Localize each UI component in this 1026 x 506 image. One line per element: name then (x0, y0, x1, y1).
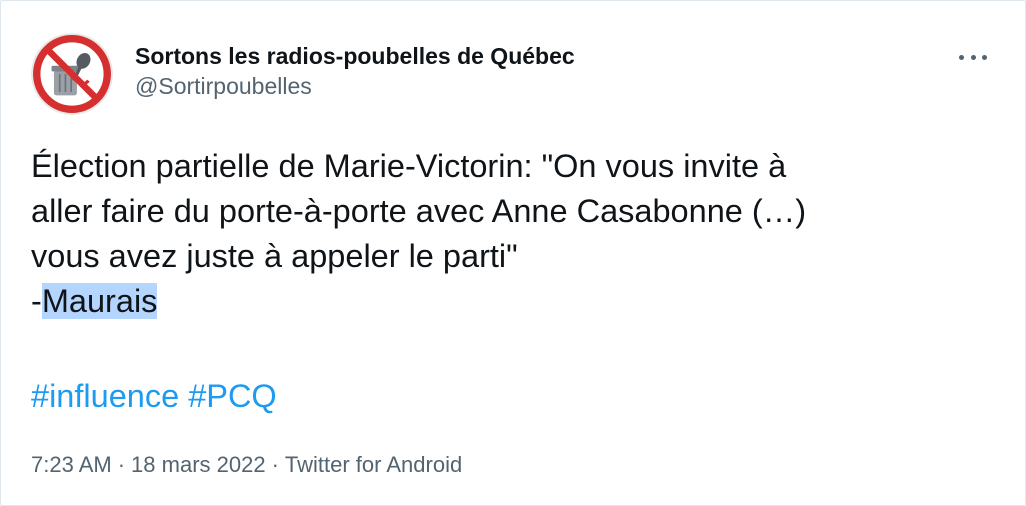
tweet-header: Sortons les radios-poubelles de Québec @… (31, 33, 575, 115)
account-names: Sortons les radios-poubelles de Québec @… (135, 41, 575, 101)
no-radio-trash-icon[interactable] (31, 33, 113, 115)
tweet-text-line: Élection partielle de Marie-Victorin: "O… (31, 148, 787, 184)
tweet-text-line: aller faire du porte-à-porte avec Anne C… (31, 193, 807, 229)
tweet-text: Élection partielle de Marie-Victorin: "O… (31, 144, 1001, 324)
dot-icon (959, 54, 964, 60)
dot-icon (982, 54, 987, 60)
more-options-icon[interactable] (959, 47, 987, 67)
account-handle[interactable]: @Sortirpoubelles (135, 71, 575, 101)
hashtag-link-influence[interactable]: #influence (31, 378, 179, 414)
attribution-name-selected: Maurais (41, 283, 158, 319)
hashtag-link-pcq[interactable]: #PCQ (188, 378, 277, 414)
tweet-hashtags: #influence #PCQ (31, 374, 277, 419)
tweet-text-line: vous avez juste à appeler le parti" (31, 238, 518, 274)
tweet-source[interactable]: Twitter for Android (285, 452, 462, 477)
meta-separator: · (117, 452, 126, 477)
tweet-attribution: -Maurais (31, 279, 1001, 324)
tweet-metadata: 7:23 AM · 18 mars 2022 · Twitter for Android (31, 450, 462, 480)
meta-separator: · (271, 452, 279, 477)
tweet-date[interactable]: 18 mars 2022 (131, 452, 266, 477)
tweet-time[interactable]: 7:23 AM (31, 452, 112, 477)
attribution-prefix: - (31, 283, 42, 319)
account-display-name[interactable]: Sortons les radios-poubelles de Québec (135, 41, 575, 71)
tweet-card: Sortons les radios-poubelles de Québec @… (0, 0, 1026, 506)
dot-icon (970, 54, 976, 60)
